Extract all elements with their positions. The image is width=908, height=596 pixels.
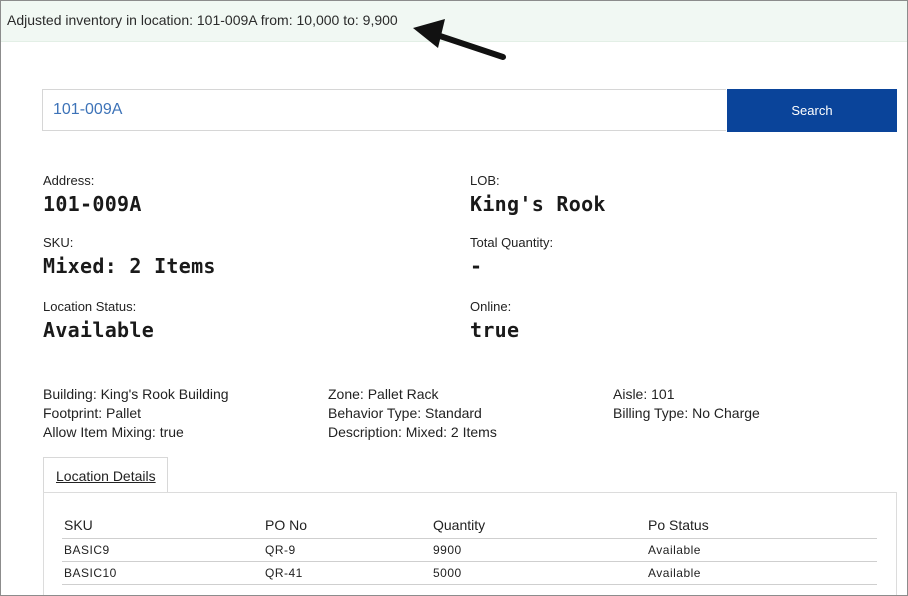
- total-quantity-field: Total Quantity: -: [470, 235, 553, 278]
- cell-sku: BASIC9: [62, 538, 263, 562]
- total-quantity-label: Total Quantity:: [470, 235, 554, 250]
- details-column-2: Zone: Pallet Rack Behavior Type: Standar…: [328, 385, 497, 442]
- building-detail: Building: King's Rook Building: [43, 386, 229, 402]
- location-status-field: Location Status: Available: [43, 299, 154, 342]
- arrow-pointer-icon: [413, 19, 506, 60]
- zone-detail: Zone: Pallet Rack: [328, 386, 439, 402]
- location-details-panel: SKU PO No Quantity Po Status BASIC9 QR-9…: [43, 492, 897, 595]
- table-row: BASIC9 QR-9 9900 Available: [62, 538, 877, 562]
- online-field: Online: true: [470, 299, 519, 342]
- cell-po-status: Available: [646, 538, 877, 562]
- cell-po-no: QR-41: [263, 561, 431, 585]
- total-quantity-value: -: [470, 254, 483, 278]
- lob-label: LOB:: [470, 173, 500, 188]
- location-status-label: Location Status:: [43, 299, 137, 314]
- tab-location-details-label[interactable]: Location Details: [56, 468, 156, 484]
- footprint-detail: Footprint: Pallet: [43, 405, 142, 421]
- billing-type-detail: Billing Type: No Charge: [613, 405, 760, 421]
- lob-field: LOB: King's Rook: [470, 173, 606, 216]
- table-header-row: SKU PO No Quantity Po Status: [62, 515, 877, 539]
- column-header-quantity: Quantity: [431, 515, 646, 539]
- sku-label: SKU:: [43, 235, 74, 250]
- address-label: Address:: [43, 173, 95, 188]
- location-search-input[interactable]: [42, 89, 726, 131]
- address-field: Address: 101-009A: [43, 173, 142, 216]
- allow-mixing-detail: Allow Item Mixing: true: [43, 424, 184, 440]
- sku-field: SKU: Mixed: 2 Items: [43, 235, 216, 278]
- online-label: Online:: [470, 299, 512, 314]
- tab-location-details[interactable]: Location Details: [43, 457, 168, 493]
- column-header-po-status: Po Status: [646, 515, 877, 539]
- location-items-table: SKU PO No Quantity Po Status BASIC9 QR-9…: [62, 515, 877, 585]
- search-bar: Search: [42, 89, 897, 133]
- description-detail: Description: Mixed: 2 Items: [328, 424, 497, 440]
- location-status-value: Available: [43, 318, 155, 342]
- cell-po-no: QR-9: [263, 538, 431, 562]
- notification-banner: Adjusted inventory in location: 101-009A…: [1, 1, 907, 60]
- column-header-sku: SKU: [62, 515, 263, 539]
- lob-value: King's Rook: [470, 192, 606, 216]
- address-value: 101-009A: [43, 192, 142, 216]
- details-column-3: Aisle: 101 Billing Type: No Charge: [613, 385, 760, 423]
- online-value: true: [470, 318, 520, 342]
- banner-message: Adjusted inventory in location: 101-009A…: [7, 12, 398, 28]
- table-row: BASIC10 QR-41 5000 Available: [62, 561, 877, 585]
- app-frame: Adjusted inventory in location: 101-009A…: [0, 0, 908, 596]
- details-column-1: Building: King's Rook Building Footprint…: [43, 385, 229, 442]
- column-header-po-no: PO No: [263, 515, 431, 539]
- aisle-detail: Aisle: 101: [613, 386, 675, 402]
- cell-sku: BASIC10: [62, 561, 263, 585]
- cell-po-status: Available: [646, 561, 877, 585]
- sku-value: Mixed: 2 Items: [43, 254, 216, 278]
- cell-quantity: 9900: [431, 538, 646, 562]
- behavior-type-detail: Behavior Type: Standard: [328, 405, 482, 421]
- cell-quantity: 5000: [431, 561, 646, 585]
- search-button[interactable]: Search: [727, 89, 897, 132]
